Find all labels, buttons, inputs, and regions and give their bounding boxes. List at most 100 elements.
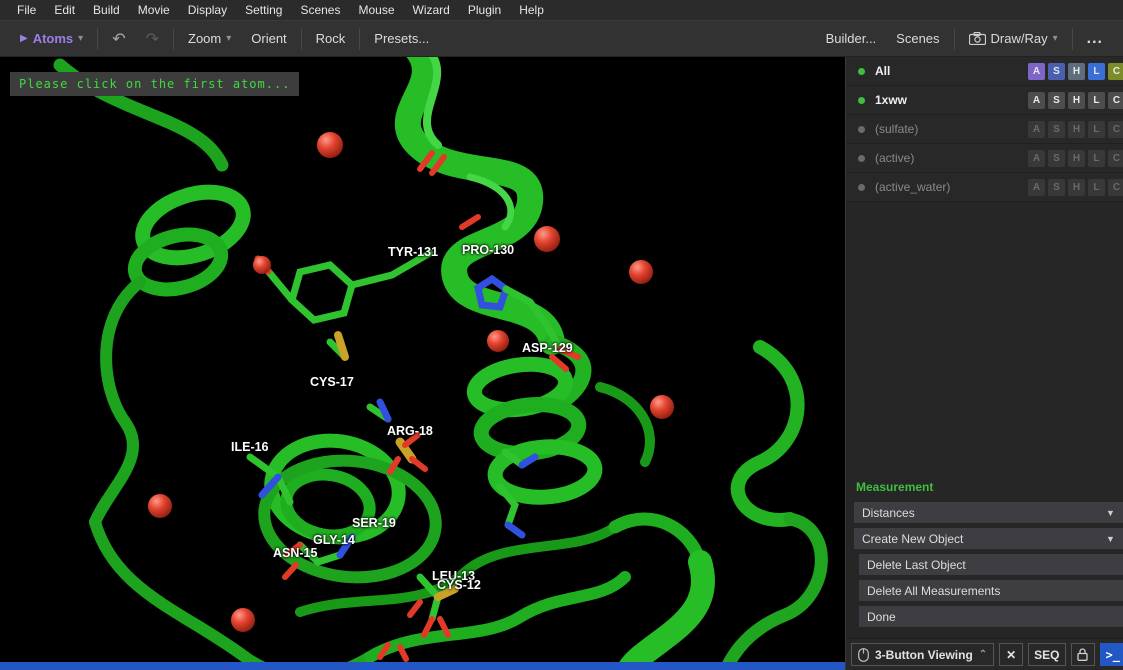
action-button-a[interactable]: A (1028, 179, 1045, 196)
zoom-dropdown[interactable]: Zoom ▾ (178, 26, 241, 51)
show-button-s[interactable]: S (1048, 92, 1065, 109)
color-button-c[interactable]: C (1108, 150, 1123, 167)
measurement-target-select[interactable]: Create New Object ▼ (854, 528, 1123, 549)
terminal-toggle-button[interactable]: >_ (1100, 643, 1123, 666)
show-button-s[interactable]: S (1048, 121, 1065, 138)
redo-button[interactable]: ↷ (136, 24, 169, 54)
object-panel: All A S H L C 1xww A S H L C (845, 57, 1123, 670)
object-enabled-dot (858, 184, 865, 191)
toolbar-separator (1072, 28, 1073, 50)
mouse-mode-selector[interactable]: 3-Button Viewing ⌃ (851, 643, 994, 666)
chevron-down-icon: ▾ (78, 33, 83, 44)
orient-button[interactable]: Orient (241, 26, 296, 51)
object-row-all[interactable]: All A S H L C (846, 57, 1123, 86)
object-name[interactable]: 1xww (875, 93, 907, 107)
object-row-active[interactable]: (active) A S H L C (846, 144, 1123, 173)
close-panel-button[interactable]: ✕ (999, 643, 1023, 666)
label-button-l[interactable]: L (1088, 63, 1105, 80)
play-triangle-icon: ▶ (20, 33, 28, 44)
color-button-c[interactable]: C (1108, 63, 1123, 80)
toolbar-right-group: Builder... Scenes Draw/Ray ▾ ... (816, 25, 1113, 53)
undo-icon: ↶ (112, 29, 125, 49)
label-button-l[interactable]: L (1088, 92, 1105, 109)
label-button-l[interactable]: L (1088, 121, 1105, 138)
object-row-1xww[interactable]: 1xww A S H L C (846, 86, 1123, 115)
done-button[interactable]: Done (859, 606, 1123, 627)
object-name[interactable]: (sulfate) (875, 122, 918, 136)
action-button-a[interactable]: A (1028, 92, 1045, 109)
seq-toggle-button[interactable]: SEQ (1028, 643, 1065, 666)
delete-all-measurements-button[interactable]: Delete All Measurements (859, 580, 1123, 601)
object-name[interactable]: All (875, 64, 890, 78)
draw-ray-dropdown[interactable]: Draw/Ray ▾ (959, 26, 1068, 51)
action-button-a[interactable]: A (1028, 121, 1045, 138)
toolbar-separator (173, 28, 174, 50)
color-button-c[interactable]: C (1108, 92, 1123, 109)
measurement-target-value: Create New Object (862, 532, 963, 546)
toolbar-separator (301, 28, 302, 50)
toolbar-separator (97, 28, 98, 50)
menu-file[interactable]: File (8, 1, 45, 19)
hide-button-h[interactable]: H (1068, 63, 1085, 80)
object-name[interactable]: (active_water) (875, 180, 950, 194)
more-options-button[interactable]: ... (1077, 25, 1113, 53)
chevron-down-icon: ▼ (1106, 534, 1115, 544)
residue-label: ASN-15 (273, 546, 317, 560)
show-button-s[interactable]: S (1048, 150, 1065, 167)
draw-ray-label: Draw/Ray (991, 31, 1048, 46)
measurement-mode-select[interactable]: Distances ▼ (854, 502, 1123, 523)
viewport-3d[interactable]: Please click on the first atom... TYR-13… (0, 57, 845, 670)
hide-button-h[interactable]: H (1068, 92, 1085, 109)
scenes-button[interactable]: Scenes (886, 26, 949, 51)
atoms-label: Atoms (33, 31, 73, 46)
residue-label: TYR-131 (388, 245, 438, 259)
menu-display[interactable]: Display (179, 1, 236, 19)
menu-edit[interactable]: Edit (45, 1, 84, 19)
object-row-sulfate[interactable]: (sulfate) A S H L C (846, 115, 1123, 144)
object-row-active-water[interactable]: (active_water) A S H L C (846, 173, 1123, 202)
builder-button[interactable]: Builder... (816, 26, 887, 51)
sidebar-empty-space (846, 202, 1123, 474)
object-enabled-dot (858, 97, 865, 104)
menu-setting[interactable]: Setting (236, 1, 291, 19)
mouse-mode-bar: 3-Button Viewing ⌃ ✕ SEQ >_ (846, 638, 1123, 670)
menu-build[interactable]: Build (84, 1, 129, 19)
menu-wizard[interactable]: Wizard (404, 1, 459, 19)
object-enabled-dot (858, 68, 865, 75)
object-name[interactable]: (active) (875, 151, 914, 165)
menu-scenes[interactable]: Scenes (291, 1, 349, 19)
toolbar-separator (359, 28, 360, 50)
color-button-c[interactable]: C (1108, 179, 1123, 196)
atoms-dropdown[interactable]: ▶ Atoms ▾ (10, 26, 93, 51)
menu-movie[interactable]: Movie (129, 1, 179, 19)
mouse-icon (858, 648, 869, 662)
wizard-prompt: Please click on the first atom... (10, 72, 299, 96)
undo-button[interactable]: ↶ (102, 24, 135, 54)
measurement-mode-value: Distances (862, 506, 915, 520)
action-button-a[interactable]: A (1028, 150, 1045, 167)
hide-button-h[interactable]: H (1068, 121, 1085, 138)
delete-last-object-button[interactable]: Delete Last Object (859, 554, 1123, 575)
menu-mouse[interactable]: Mouse (349, 1, 403, 19)
chevron-down-icon: ▼ (1106, 508, 1115, 518)
action-button-a[interactable]: A (1028, 63, 1045, 80)
mouse-mode-label: 3-Button Viewing (875, 648, 973, 662)
label-button-l[interactable]: L (1088, 150, 1105, 167)
presets-dropdown[interactable]: Presets... (364, 26, 439, 51)
object-enabled-dot (858, 126, 865, 133)
hide-button-h[interactable]: H (1068, 179, 1085, 196)
show-button-s[interactable]: S (1048, 63, 1065, 80)
label-button-l[interactable]: L (1088, 179, 1105, 196)
hide-button-h[interactable]: H (1068, 150, 1085, 167)
menu-help[interactable]: Help (510, 1, 553, 19)
viewport-bottom-strip (0, 662, 845, 670)
residue-label: PRO-130 (462, 243, 514, 257)
measurement-title: Measurement (856, 480, 1123, 494)
lock-button[interactable] (1071, 643, 1095, 666)
rock-button[interactable]: Rock (306, 26, 356, 51)
color-button-c[interactable]: C (1108, 121, 1123, 138)
show-button-s[interactable]: S (1048, 179, 1065, 196)
menu-plugin[interactable]: Plugin (459, 1, 510, 19)
camera-icon (969, 32, 986, 45)
molecule-canvas[interactable]: Please click on the first atom... TYR-13… (0, 57, 845, 662)
